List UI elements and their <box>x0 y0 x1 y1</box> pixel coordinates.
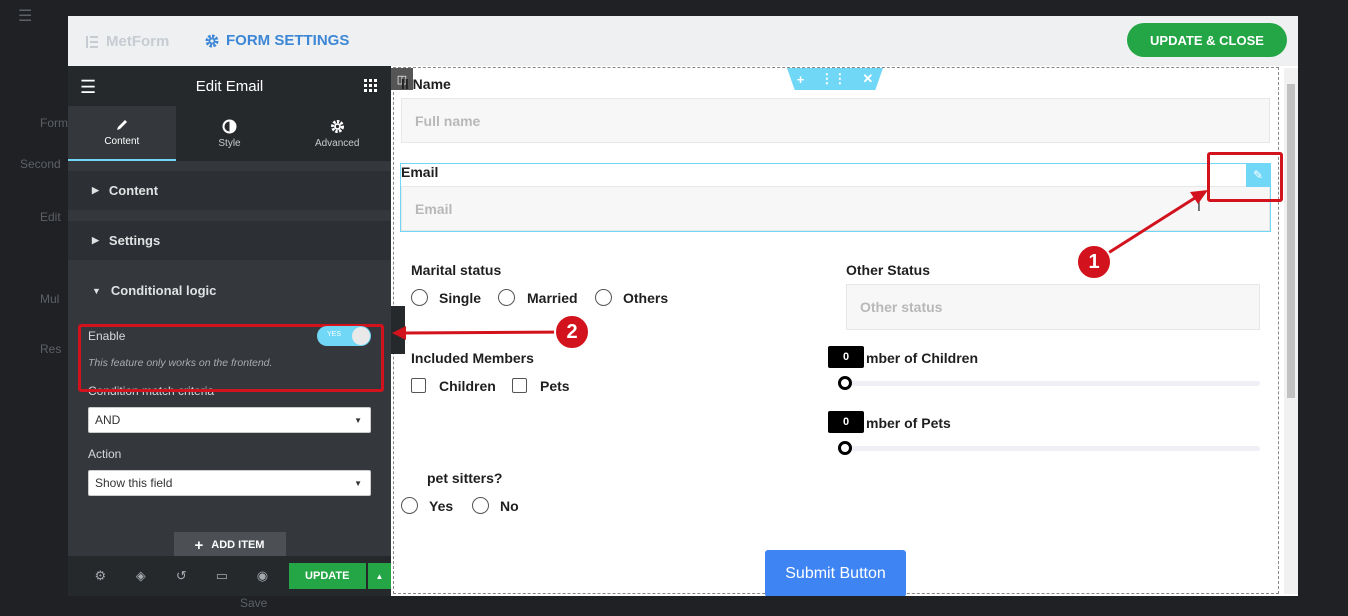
arrowhead-two <box>392 326 406 340</box>
arrowhead-one <box>1190 190 1208 204</box>
arrow-two <box>403 330 573 335</box>
annotation-badge-two: 2 <box>554 314 590 350</box>
annotation-badge-one: 1 <box>1076 244 1112 280</box>
annotation-arrows <box>392 190 1208 340</box>
